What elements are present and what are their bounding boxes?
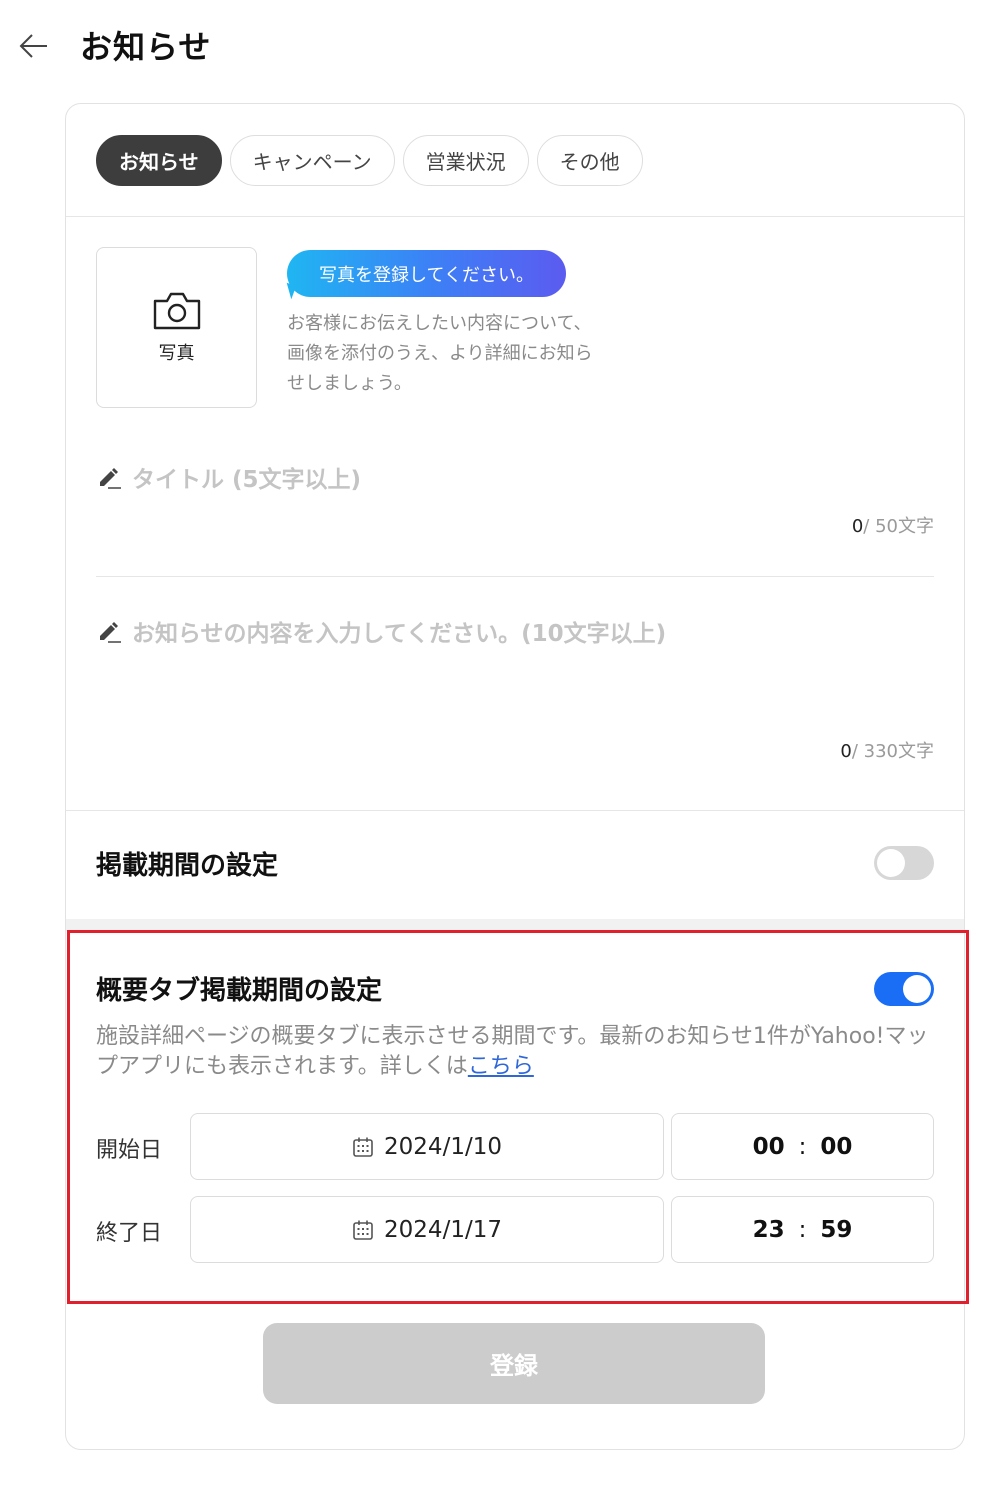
photo-hint-bubble: 写真を登録してください。 <box>287 250 566 297</box>
title-char-counter: 0/ 50文字 <box>852 512 934 538</box>
pencil-icon <box>100 622 121 643</box>
tab-campaign[interactable]: キャンペーン <box>229 135 395 186</box>
publish-period-toggle[interactable] <box>874 846 934 880</box>
title-char-count: 0 <box>851 516 864 537</box>
title-input[interactable]: タイトル (5文字以上) <box>96 460 361 494</box>
divider <box>66 216 964 217</box>
divider <box>66 810 964 811</box>
submit-button[interactable]: 登録 <box>263 1323 765 1404</box>
camera-icon <box>153 292 200 329</box>
toggle-knob <box>877 849 905 877</box>
title-char-max: / 50文字 <box>863 516 934 537</box>
body-char-counter: 0/ 330文字 <box>840 737 934 763</box>
body-placeholder: お知らせの内容を入力してください。(10文字以上) <box>132 621 667 647</box>
body-char-count: 0 <box>840 741 852 762</box>
tab-business-status[interactable]: 営業状況 <box>402 135 529 186</box>
tab-notice[interactable]: お知らせ <box>96 135 222 186</box>
page-title: お知らせ <box>80 28 212 66</box>
publish-period-title: 掲載期間の設定 <box>96 851 279 881</box>
photo-description: お客様にお伝えしたい内容について、画像を添付のうえ、より詳細にお知らせしましょう… <box>287 313 593 394</box>
title-placeholder: タイトル (5文字以上) <box>132 467 362 493</box>
tab-other[interactable]: その他 <box>536 135 643 186</box>
highlight-frame <box>67 930 969 1304</box>
body-input[interactable]: お知らせの内容を入力してください。(10文字以上) <box>96 614 666 648</box>
divider <box>96 576 934 577</box>
photo-label: 写真 <box>158 342 195 364</box>
pencil-icon <box>100 468 121 489</box>
body-char-max: / 330文字 <box>851 741 934 762</box>
category-tabs: お知らせ キャンペーン 営業状況 その他 <box>96 135 643 186</box>
photo-upload-button[interactable]: 写真 <box>96 247 257 408</box>
back-arrow-icon[interactable] <box>16 28 52 64</box>
